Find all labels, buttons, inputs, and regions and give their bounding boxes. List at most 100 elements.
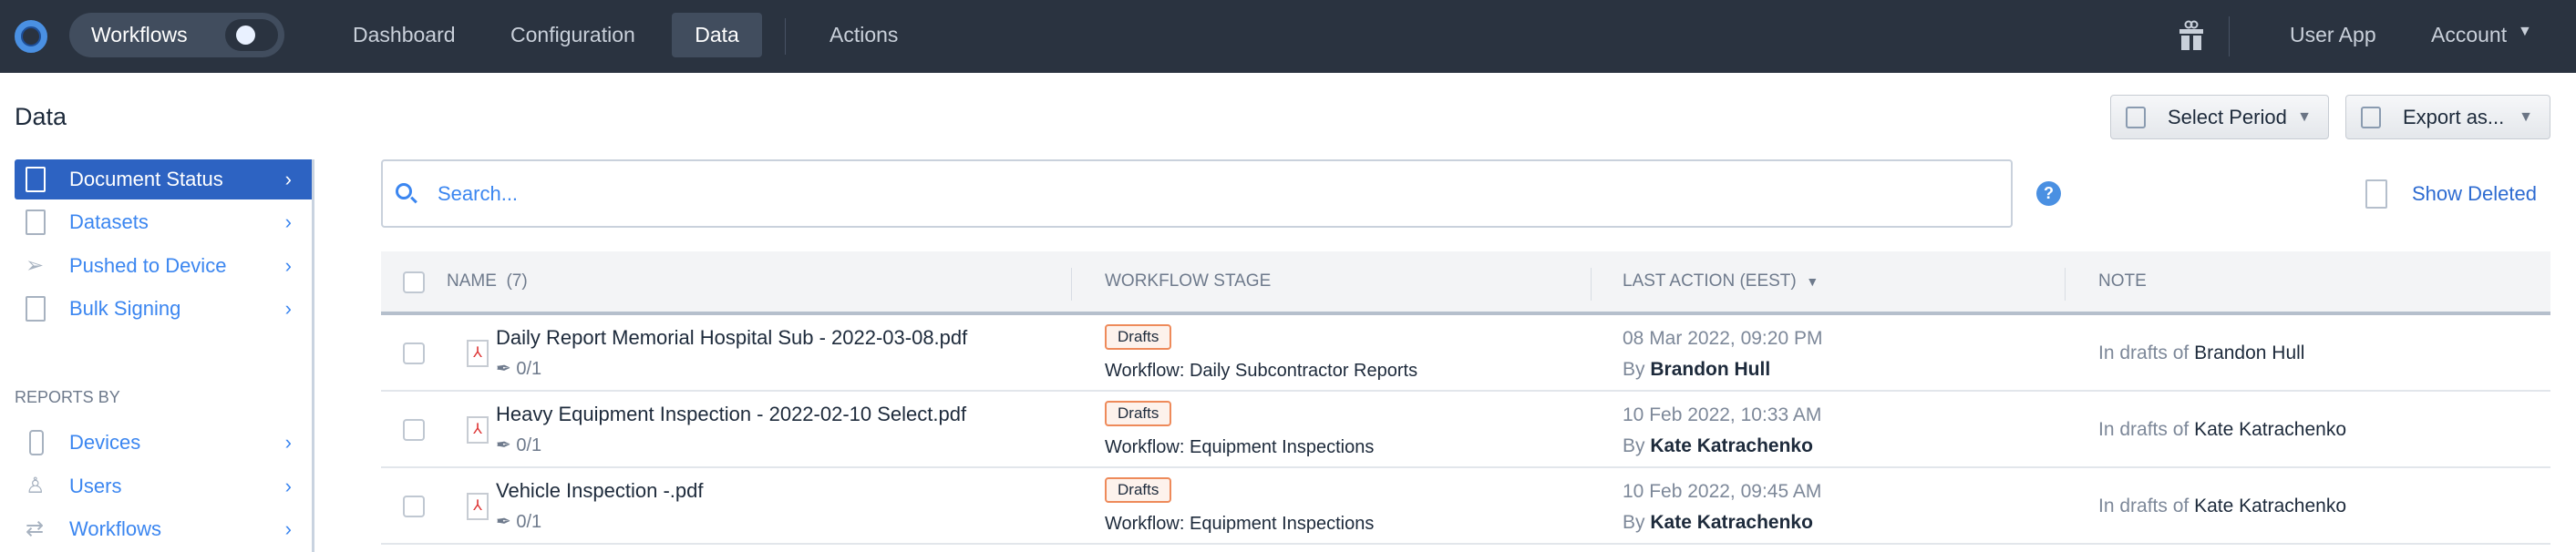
nav-user-app[interactable]: User App bbox=[2270, 13, 2396, 57]
column-header-name[interactable]: NAME (7) bbox=[447, 251, 528, 312]
workflow-name: Workflow: Equipment Inspections bbox=[1105, 437, 1375, 457]
workflows-toggle-label: Workflows bbox=[91, 23, 188, 46]
workflows-icon: ⇄ bbox=[26, 516, 45, 541]
column-header-stage[interactable]: WORKFLOW STAGE bbox=[1105, 251, 1271, 312]
last-action-user: By Brandon Hull bbox=[1623, 359, 1771, 380]
last-action-date: 10 Feb 2022, 09:45 AM bbox=[1623, 481, 1822, 502]
nav-configuration[interactable]: Configuration bbox=[490, 13, 655, 57]
gift-icon[interactable] bbox=[2178, 18, 2205, 51]
sidebar-item-label: Bulk Signing bbox=[69, 297, 181, 320]
stage-badge: Drafts bbox=[1105, 477, 1172, 503]
last-action-user: By Kate Katrachenko bbox=[1623, 435, 1813, 456]
deleted-document-icon bbox=[2365, 179, 2387, 209]
show-deleted-link[interactable]: Show Deleted bbox=[2365, 178, 2537, 210]
nav-divider bbox=[2229, 16, 2230, 56]
chevron-right-icon: › bbox=[284, 517, 292, 540]
document-name[interactable]: Vehicle Inspection -.pdf bbox=[496, 479, 703, 503]
chevron-down-icon: ▼ bbox=[2519, 109, 2533, 125]
document-count: (7) bbox=[506, 271, 528, 291]
calendar-icon bbox=[2126, 107, 2146, 128]
signature-count: ✒ 0/1 bbox=[496, 435, 542, 455]
nav-divider bbox=[785, 18, 786, 55]
chevron-right-icon: › bbox=[284, 210, 292, 233]
nav-data[interactable]: Data bbox=[672, 13, 762, 57]
search-input[interactable] bbox=[438, 178, 1896, 210]
nav-actions[interactable]: Actions bbox=[809, 13, 918, 57]
export-as-button[interactable]: Export as... ▼ bbox=[2345, 95, 2550, 139]
chevron-right-icon: › bbox=[284, 475, 292, 497]
user-icon: ♙ bbox=[26, 474, 46, 498]
last-action-user: By Kate Katrachenko bbox=[1623, 512, 1813, 533]
pen-icon: ✒ bbox=[496, 359, 511, 379]
sidebar-item-devices[interactable]: Devices › bbox=[15, 423, 312, 463]
help-icon[interactable]: ? bbox=[2036, 181, 2061, 206]
sidebar-item-workflows[interactable]: ⇄ Workflows › bbox=[15, 509, 312, 549]
column-divider bbox=[2065, 268, 2066, 301]
last-action-date: 10 Feb 2022, 10:33 AM bbox=[1623, 404, 1822, 425]
table-header: NAME (7) WORKFLOW STAGE LAST ACTION (EES… bbox=[381, 251, 2550, 315]
row-checkbox[interactable] bbox=[403, 342, 425, 364]
sidebar-item-bulk-signing[interactable]: Bulk Signing › bbox=[15, 289, 312, 329]
note: In drafts of Brandon Hull bbox=[2098, 342, 2305, 363]
chevron-down-icon: ▼ bbox=[2297, 109, 2312, 125]
section-title-reports-by: REPORTS BY bbox=[15, 388, 120, 406]
row-checkbox[interactable] bbox=[403, 496, 425, 517]
column-divider bbox=[1591, 268, 1592, 301]
send-icon: ➢ bbox=[26, 253, 45, 278]
sidebar-item-pushed-to-device[interactable]: ➢ Pushed to Device › bbox=[15, 246, 312, 286]
sidebar-item-label: Users bbox=[69, 475, 122, 497]
table-row[interactable]: ⅄ Heavy Equipment Inspection - 2022-02-1… bbox=[381, 392, 2550, 468]
sort-desc-icon: ▼ bbox=[1806, 274, 1819, 289]
chevron-right-icon: › bbox=[284, 431, 292, 454]
select-period-label: Select Period bbox=[2168, 106, 2287, 128]
table-row[interactable]: ⅄ Vehicle Inspection -.pdf ✒ 0/1 Drafts … bbox=[381, 468, 2550, 545]
datasets-icon bbox=[26, 210, 46, 235]
pdf-file-icon: ⅄ bbox=[467, 340, 489, 367]
search-icon bbox=[396, 183, 412, 199]
last-action-date: 08 Mar 2022, 09:20 PM bbox=[1623, 328, 1823, 349]
column-header-note[interactable]: NOTE bbox=[2098, 251, 2147, 312]
row-checkbox[interactable] bbox=[403, 419, 425, 441]
account-caret-icon[interactable]: ▼ bbox=[2518, 24, 2532, 40]
nav-dashboard[interactable]: Dashboard bbox=[333, 13, 476, 57]
sidebar-item-label: Workflows bbox=[69, 517, 162, 540]
document-name[interactable]: Heavy Equipment Inspection - 2022-02-10 … bbox=[496, 403, 966, 426]
workflow-name: Workflow: Equipment Inspections bbox=[1105, 514, 1375, 534]
sidebar-item-label: Datasets bbox=[69, 210, 149, 233]
page-title: Data bbox=[15, 103, 67, 130]
document-status-icon bbox=[26, 167, 46, 192]
bulk-signing-icon bbox=[26, 296, 46, 322]
chevron-right-icon: › bbox=[284, 254, 292, 277]
signature-count: ✒ 0/1 bbox=[496, 512, 542, 532]
signature-count: ✒ 0/1 bbox=[496, 359, 542, 379]
pen-icon: ✒ bbox=[496, 512, 511, 532]
select-period-button[interactable]: Select Period ▼ bbox=[2110, 95, 2329, 139]
toggle-knob bbox=[236, 26, 255, 45]
select-all-checkbox[interactable] bbox=[403, 271, 425, 293]
sidebar-item-document-status[interactable]: Document Status › bbox=[15, 159, 312, 199]
pdf-file-icon: ⅄ bbox=[467, 416, 489, 444]
sidebar-item-datasets[interactable]: Datasets › bbox=[15, 202, 312, 242]
sidebar-item-label: Pushed to Device bbox=[69, 254, 227, 277]
pen-icon: ✒ bbox=[496, 435, 511, 455]
chevron-right-icon: › bbox=[284, 168, 292, 190]
nav-account[interactable]: Account bbox=[2411, 13, 2527, 57]
note: In drafts of Kate Katrachenko bbox=[2098, 419, 2347, 440]
export-icon bbox=[2361, 107, 2381, 128]
app-logo-icon[interactable] bbox=[15, 20, 47, 53]
search-box[interactable] bbox=[381, 159, 2013, 228]
sidebar: Document Status › Datasets › ➢ Pushed to De… bbox=[15, 159, 314, 552]
table-row[interactable]: ⅄ Daily Report Memorial Hospital Sub - 2… bbox=[381, 315, 2550, 392]
column-divider bbox=[1071, 268, 1072, 301]
top-nav: Workflows Dashboard Configuration Data A… bbox=[0, 0, 2576, 73]
toggle-switch[interactable] bbox=[225, 19, 278, 51]
document-name[interactable]: Daily Report Memorial Hospital Sub - 202… bbox=[496, 326, 967, 350]
stage-badge: Drafts bbox=[1105, 324, 1172, 350]
pdf-file-icon: ⅄ bbox=[467, 493, 489, 520]
device-icon bbox=[29, 430, 44, 455]
sidebar-item-label: Devices bbox=[69, 431, 141, 454]
stage-badge: Drafts bbox=[1105, 401, 1172, 426]
sidebar-item-users[interactable]: ♙ Users › bbox=[15, 466, 312, 506]
column-header-last-action[interactable]: LAST ACTION (EEST) ▼ bbox=[1623, 251, 1819, 312]
workflow-name: Workflow: Daily Subcontractor Reports bbox=[1105, 361, 1418, 381]
